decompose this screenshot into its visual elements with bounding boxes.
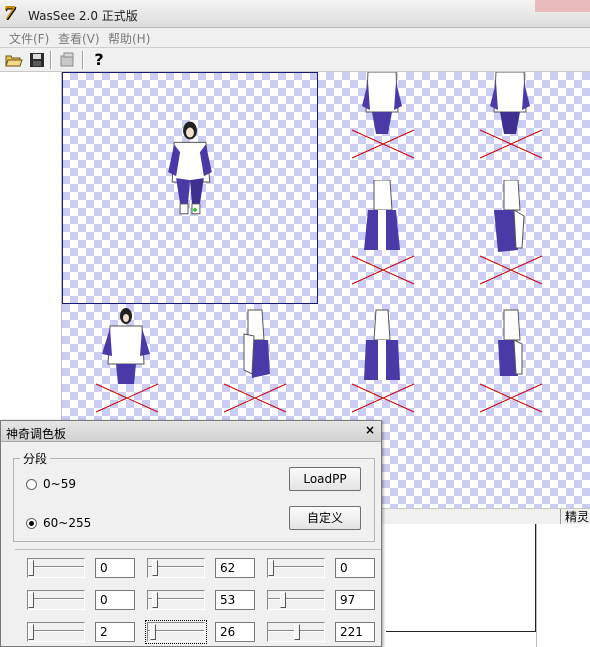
palette-dialog: 神奇调色板 × 分段 0~59 60~255 LoadPP 自定义 0 62 0…: [0, 420, 382, 647]
dialog-title-bar: 神奇调色板 ×: [1, 421, 381, 442]
window-title: WasSee 2.0 正式版: [28, 9, 138, 23]
radio-icon[interactable]: [26, 478, 37, 490]
sprite-frame[interactable]: [318, 308, 446, 426]
value-input[interactable]: 0: [95, 558, 135, 578]
value-input[interactable]: 53: [215, 590, 255, 610]
help-question-icon[interactable]: ?: [90, 51, 108, 69]
segment-group-label: 分段: [20, 450, 51, 467]
range-high-label: 60~255: [43, 516, 92, 530]
value-input[interactable]: 62: [215, 558, 255, 578]
menu-view[interactable]: 查看(V): [58, 30, 100, 47]
sprite-frame[interactable]: [62, 308, 190, 426]
value-input[interactable]: 0: [95, 590, 135, 610]
slider[interactable]: [145, 620, 207, 644]
sprite-frame[interactable]: [190, 308, 318, 426]
sprite-frame[interactable]: [446, 180, 574, 298]
help-glyph: ?: [94, 50, 104, 69]
slider[interactable]: [27, 558, 85, 578]
slider[interactable]: [267, 622, 325, 642]
slider[interactable]: [267, 558, 325, 578]
slider[interactable]: [27, 622, 85, 642]
app-icon: 7: [3, 3, 16, 24]
lower-panel: [382, 524, 590, 647]
range-low-option[interactable]: 0~59: [26, 477, 76, 491]
custom-button[interactable]: 自定义: [289, 506, 361, 530]
menu-help[interactable]: 帮助(H): [108, 30, 150, 47]
menu-file[interactable]: 文件(F): [9, 30, 49, 47]
value-input[interactable]: 0: [335, 558, 375, 578]
background-window-edge: [535, 0, 590, 12]
value-input[interactable]: 26: [215, 622, 255, 642]
disabled-tool-icon[interactable]: [58, 51, 76, 69]
value-input[interactable]: 2: [95, 622, 135, 642]
loadpp-button[interactable]: LoadPP: [289, 467, 361, 491]
sprite-frame[interactable]: [446, 72, 574, 190]
range-high-option[interactable]: 60~255: [26, 516, 91, 530]
status-cell: 精灵: [560, 509, 589, 525]
slider[interactable]: [147, 590, 205, 610]
sprite-frame[interactable]: [318, 72, 446, 190]
close-icon[interactable]: ×: [363, 423, 377, 439]
menu-bar: 文件(F) 查看(V) 帮助(H): [0, 28, 590, 48]
value-input[interactable]: 221: [335, 622, 375, 642]
slider[interactable]: [267, 590, 325, 610]
slider[interactable]: [27, 590, 85, 610]
range-low-label: 0~59: [43, 477, 76, 491]
toolbar-separator: [82, 51, 84, 69]
preview-frame[interactable]: [62, 72, 318, 304]
sprite-frame[interactable]: [318, 180, 446, 298]
slider[interactable]: [147, 558, 205, 578]
slider-group: 0 62 0 0 53 97 2 26 221: [15, 549, 381, 644]
segment-group: 分段 0~59 60~255 LoadPP 自定义: [13, 450, 375, 542]
open-folder-icon[interactable]: [5, 51, 23, 69]
value-input[interactable]: 97: [335, 590, 375, 610]
dialog-title: 神奇调色板: [6, 427, 67, 441]
panel-divider: [536, 524, 537, 647]
sprite-frame[interactable]: [446, 308, 574, 426]
preview-rect: [386, 524, 536, 632]
title-bar: 7 WasSee 2.0 正式版: [0, 0, 590, 28]
save-disk-icon[interactable]: [28, 51, 46, 69]
toolbar: ?: [0, 48, 590, 72]
radio-selected-icon[interactable]: [26, 517, 37, 529]
toolbar-separator: [50, 51, 52, 69]
